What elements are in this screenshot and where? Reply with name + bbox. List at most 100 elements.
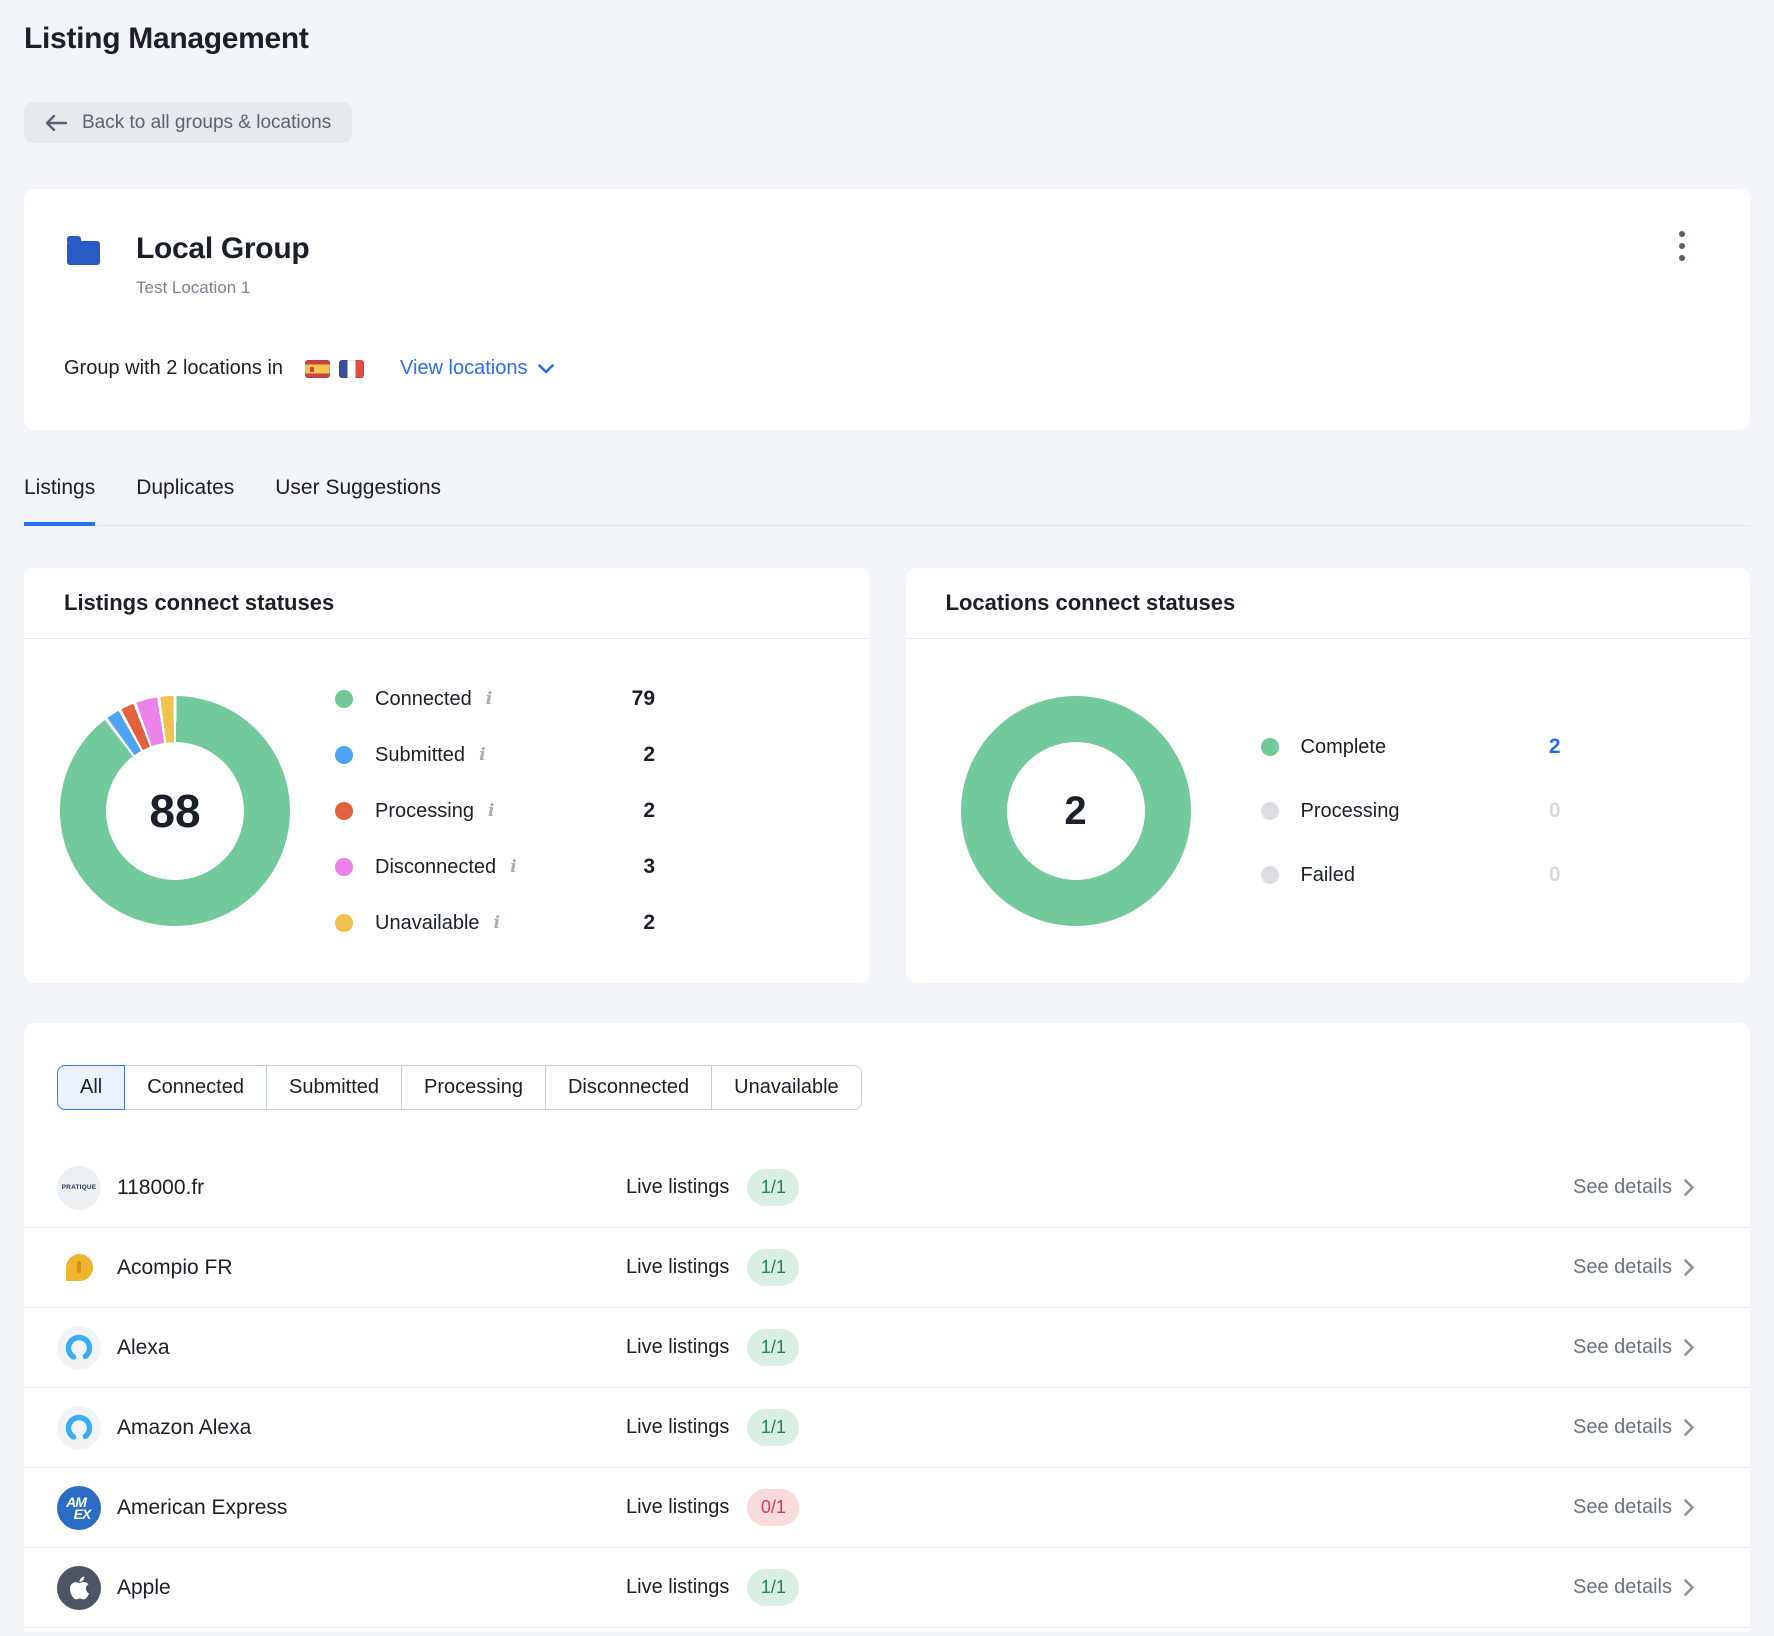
kebab-menu-icon[interactable] <box>1668 229 1696 263</box>
live-listings-badge: 0/1 <box>747 1489 799 1526</box>
listing-name: Apple <box>117 1576 171 1600</box>
legend-label: Unavailable <box>375 912 480 935</box>
see-details-label: See details <box>1573 1496 1672 1519</box>
tab-listings[interactable]: Listings <box>24 476 95 525</box>
see-details-label: See details <box>1573 1176 1672 1199</box>
table-row-american-express[interactable]: AMEX American Express Live listings 0/1 … <box>24 1468 1750 1548</box>
legend-label: Connected <box>375 688 472 711</box>
back-button-label: Back to all groups & locations <box>82 112 331 134</box>
see-details-label: See details <box>1573 1336 1672 1359</box>
see-details-label: See details <box>1573 1416 1672 1439</box>
info-icon[interactable]: i <box>479 747 485 764</box>
view-locations-label: View locations <box>400 357 527 380</box>
info-icon[interactable]: i <box>488 803 494 820</box>
legend-item-submitted: Submittedi2 <box>335 727 655 783</box>
legend-dot <box>1261 802 1279 820</box>
filter-submitted[interactable]: Submitted <box>266 1065 402 1110</box>
filter-processing[interactable]: Processing <box>401 1065 546 1110</box>
see-details-link[interactable]: See details <box>1573 1176 1694 1199</box>
live-listings-label: Live listings <box>626 1336 729 1359</box>
table-row-amazon-alexa[interactable]: Amazon Alexa Live listings 1/1 See detai… <box>24 1388 1750 1468</box>
donut-legend: Connected i 79 Submitted i 2 Processing i 2 Disco… <box>335 671 655 951</box>
table-row-alexa[interactable]: Alexa Live listings 1/1 See details <box>24 1308 1750 1388</box>
table-row-apple[interactable]: Apple Live listings 1/1 See details <box>24 1548 1750 1628</box>
pratique-logo-icon: PRATIQUE <box>57 1166 101 1210</box>
table-row-118000-fr[interactable]: PRATIQUE 118000.fr Live listings 1/1 See… <box>24 1148 1750 1228</box>
live-listings-label: Live listings <box>626 1496 729 1519</box>
listing-name: American Express <box>117 1496 287 1520</box>
live-listings-label: Live listings <box>626 1256 729 1279</box>
legend-item-connected: Connected i 79 <box>335 671 655 727</box>
see-details-link[interactable]: See details <box>1573 1576 1694 1599</box>
acompio-logo-icon <box>57 1246 101 1290</box>
legend-value: 0 <box>1549 799 1561 823</box>
legend-value: 0 <box>1549 863 1561 887</box>
legend-item-failed: Failed 0 <box>1261 843 1561 907</box>
see-details-link[interactable]: See details <box>1573 1256 1694 1279</box>
live-listings-badge: 1/1 <box>747 1569 799 1606</box>
chevron-right-icon <box>1684 1179 1694 1196</box>
live-listings-badge: 1/1 <box>747 1409 799 1446</box>
view-locations-link[interactable]: View locations <box>400 357 553 380</box>
tab-bar: Listings Duplicates User Suggestions <box>24 476 1750 526</box>
legend-label: Complete <box>1301 736 1387 759</box>
back-button[interactable]: Back to all groups & locations <box>24 102 352 143</box>
info-icon[interactable]: i <box>486 691 492 708</box>
listings-donut-chart: 88 <box>60 696 290 926</box>
group-header: Local Group Test Location 1 <box>67 232 1707 298</box>
filter-unavailable[interactable]: Unavailable <box>711 1065 862 1110</box>
see-details-link[interactable]: See details <box>1573 1336 1694 1359</box>
live-listings-badge: 1/1 <box>747 1329 799 1366</box>
legend-dot <box>1261 866 1279 884</box>
filter-connected[interactable]: Connected <box>124 1065 267 1110</box>
listings-rows: PRATIQUE 118000.fr Live listings 1/1 See… <box>24 1148 1750 1628</box>
filter-disconnected[interactable]: Disconnected <box>545 1065 712 1110</box>
legend-label: Submitted <box>375 744 465 767</box>
legend-dot <box>335 746 353 764</box>
legend-dot <box>1261 738 1279 756</box>
legend-item-unavailable: Unavailable i 2 <box>335 895 655 951</box>
chevron-right-icon <box>1684 1419 1694 1436</box>
live-listings-badge: 1/1 <box>747 1249 799 1286</box>
listing-management-page: Listing Management Back to all groups & … <box>0 0 1774 1632</box>
apple-logo-icon <box>57 1566 101 1610</box>
tab-duplicates[interactable]: Duplicates <box>136 476 234 525</box>
donut-total: 2 <box>961 696 1191 926</box>
legend-value: 2 <box>643 799 655 823</box>
location-flags <box>305 360 364 378</box>
legend-label: Failed <box>1301 864 1355 887</box>
chevron-down-icon <box>538 364 554 374</box>
filter-all[interactable]: All <box>57 1065 125 1110</box>
legend-item-processing: Processing i 2 <box>335 783 655 839</box>
donut-total: 88 <box>60 696 290 926</box>
info-icon[interactable]: i <box>494 915 500 932</box>
page-title: Listing Management <box>24 0 1750 56</box>
listings-table-card: AllConnectedSubmittedProcessingDisconnec… <box>24 1023 1750 1632</box>
legend-value: 3 <box>643 855 655 879</box>
legend-label: Processing <box>375 800 474 823</box>
status-filters: AllConnectedSubmittedProcessingDisconnec… <box>57 1065 862 1110</box>
legend-dot <box>335 690 353 708</box>
see-details-link[interactable]: See details <box>1573 1496 1694 1519</box>
see-details-link[interactable]: See details <box>1573 1416 1694 1439</box>
live-listings-label: Live listings <box>626 1176 729 1199</box>
table-row-acompio-fr[interactable]: Acompio FR Live listings 1/1 See details <box>24 1228 1750 1308</box>
status-card-title: Locations connect statuses <box>906 568 1751 639</box>
group-subtitle: Test Location 1 <box>136 278 309 298</box>
listings-connect-statuses-card: Listings connect statuses 88 Connectedi7… <box>24 568 869 983</box>
chevron-right-icon <box>1684 1499 1694 1516</box>
chevron-right-icon <box>1684 1579 1694 1596</box>
info-icon[interactable]: i <box>510 859 516 876</box>
alexa-logo-icon <box>57 1406 101 1450</box>
legend-dot <box>335 914 353 932</box>
legend-item-processing: Processing0 <box>1261 779 1561 843</box>
legend-label: Disconnected <box>375 856 496 879</box>
france-flag-icon <box>339 360 364 378</box>
legend-item-disconnected: Disconnected i 3 <box>335 839 655 895</box>
legend-value: 79 <box>632 687 655 711</box>
donut-legend: Complete2Processing0Failed0 <box>1261 715 1561 907</box>
alexa-logo-icon <box>57 1326 101 1370</box>
locations-donut-chart: 2 <box>961 696 1191 926</box>
tab-user-suggestions[interactable]: User Suggestions <box>275 476 441 525</box>
legend-value: 2 <box>643 911 655 935</box>
